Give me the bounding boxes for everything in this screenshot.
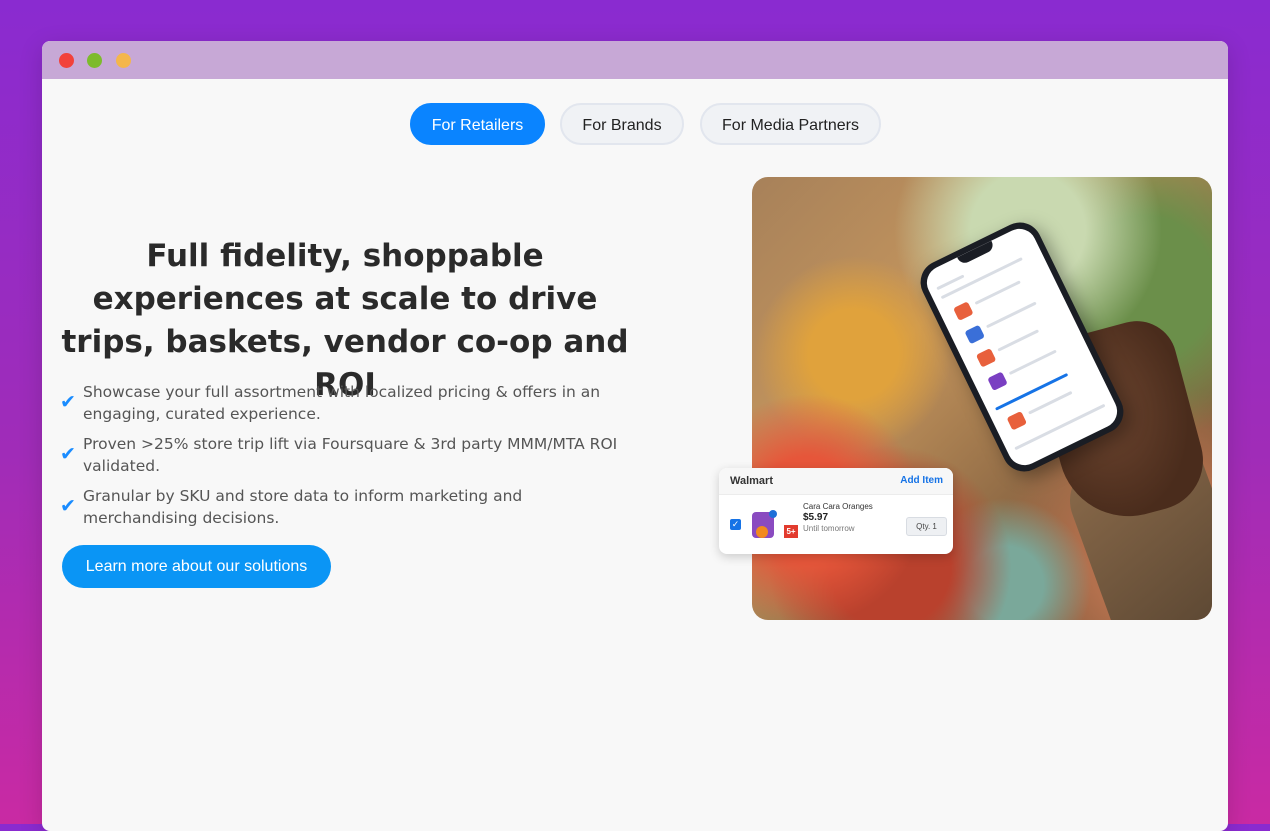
item-availability: Until tomorrow bbox=[803, 524, 855, 533]
screen-item bbox=[953, 301, 974, 321]
browser-window: For Retailers For Brands For Media Partn… bbox=[42, 41, 1228, 831]
audience-tabs: For Retailers For Brands For Media Partn… bbox=[42, 103, 1228, 145]
quantity-selector[interactable]: Qty. 1 bbox=[906, 517, 947, 536]
item-checkbox[interactable]: ✓ bbox=[730, 519, 741, 530]
screen-line bbox=[1008, 349, 1057, 376]
price-tag: 5+ bbox=[784, 525, 798, 538]
add-item-link[interactable]: Add Item bbox=[900, 475, 943, 486]
phone-notch bbox=[957, 240, 996, 266]
brand-badge-icon bbox=[769, 510, 777, 518]
window-titlebar bbox=[42, 41, 1228, 79]
phone-screen bbox=[921, 223, 1123, 471]
benefit-text: Granular by SKU and store data to inform… bbox=[83, 487, 523, 527]
benefit-text: Showcase your full assortment with local… bbox=[83, 383, 601, 423]
maximize-window-button[interactable] bbox=[116, 53, 131, 68]
screen-item bbox=[987, 371, 1008, 391]
benefit-item: ✔ Showcase your full assortment with loc… bbox=[60, 381, 640, 425]
check-icon: ✔ bbox=[60, 495, 76, 517]
screen-item bbox=[1006, 410, 1028, 431]
orange-image bbox=[756, 526, 768, 538]
item-price: $5.97 bbox=[803, 512, 829, 523]
check-icon: ✔ bbox=[60, 391, 76, 413]
minimize-window-button[interactable] bbox=[87, 53, 102, 68]
benefit-item: ✔ Granular by SKU and store data to info… bbox=[60, 485, 640, 529]
screen-line bbox=[995, 372, 1069, 411]
tab-for-retailers[interactable]: For Retailers bbox=[410, 103, 545, 145]
benefit-list: ✔ Showcase your full assortment with loc… bbox=[60, 381, 640, 537]
benefit-item: ✔ Proven >25% store trip lift via Foursq… bbox=[60, 433, 640, 477]
store-name: Walmart bbox=[730, 475, 773, 487]
screen-line bbox=[974, 280, 1021, 305]
learn-more-button[interactable]: Learn more about our solutions bbox=[62, 545, 331, 588]
shopping-list-card: Walmart Add Item ✓ 5+ Cara Cara Oranges … bbox=[719, 468, 953, 554]
close-window-button[interactable] bbox=[59, 53, 74, 68]
benefit-text: Proven >25% store trip lift via Foursqua… bbox=[83, 435, 618, 475]
screen-item bbox=[964, 324, 985, 345]
screen-line bbox=[997, 329, 1040, 352]
check-icon: ✔ bbox=[60, 443, 76, 465]
tab-for-media-partners[interactable]: For Media Partners bbox=[700, 103, 881, 145]
product-thumbnail: 5+ bbox=[752, 510, 798, 540]
card-header: Walmart Add Item bbox=[719, 468, 953, 495]
tab-for-brands[interactable]: For Brands bbox=[560, 103, 684, 145]
screen-item bbox=[975, 348, 997, 368]
item-name: Cara Cara Oranges bbox=[803, 502, 873, 511]
screen-line bbox=[1028, 390, 1073, 415]
screen-line bbox=[985, 301, 1037, 329]
